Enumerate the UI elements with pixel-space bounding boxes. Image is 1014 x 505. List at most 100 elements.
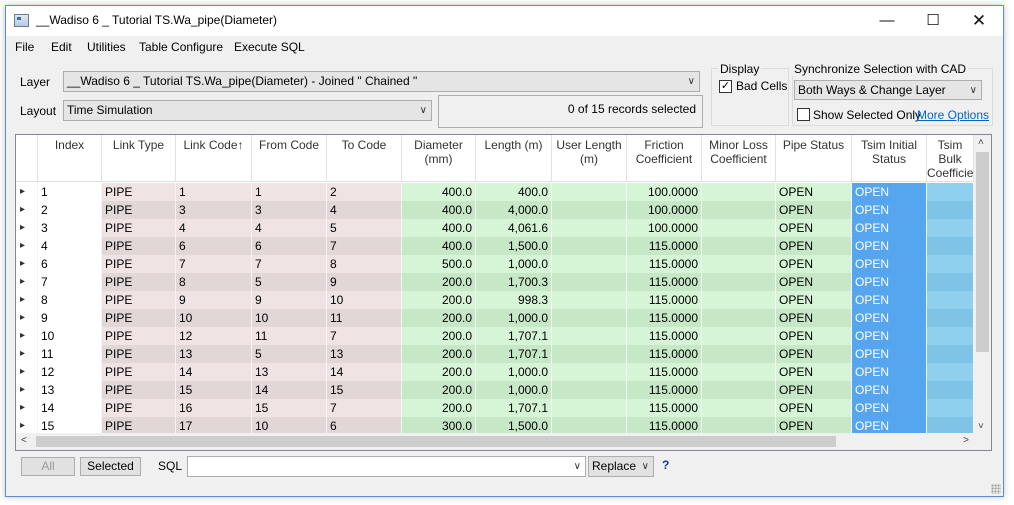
sql-input[interactable]: ∨ <box>187 456 586 477</box>
cell-minor-loss-coefficient[interactable] <box>702 201 776 219</box>
row-selector-icon[interactable] <box>16 183 38 201</box>
cell-link-code[interactable]: 9 <box>176 291 252 309</box>
cell-length[interactable]: 1,707.1 <box>476 399 552 417</box>
cell-from-code[interactable]: 6 <box>252 237 327 255</box>
cell-index[interactable]: 6 <box>38 255 102 273</box>
cell-user-length[interactable] <box>552 183 627 201</box>
cell-minor-loss-coefficient[interactable] <box>702 219 776 237</box>
table-row[interactable]: 3PIPE445400.04,061.6100.0000OPENOPEN <box>16 219 991 237</box>
cell-user-length[interactable] <box>552 273 627 291</box>
cell-tsim-initial-status[interactable]: OPEN <box>852 183 927 201</box>
cell-index[interactable]: 7 <box>38 273 102 291</box>
row-selector-icon[interactable] <box>16 309 38 327</box>
cell-diameter[interactable]: 200.0 <box>402 291 476 309</box>
cell-to-code[interactable]: 7 <box>327 237 402 255</box>
cell-link-type[interactable]: PIPE <box>102 237 176 255</box>
cell-index[interactable]: 11 <box>38 345 102 363</box>
cell-diameter[interactable]: 200.0 <box>402 363 476 381</box>
cell-index[interactable]: 14 <box>38 399 102 417</box>
row-selector-icon[interactable] <box>16 327 38 345</box>
cell-link-type[interactable]: PIPE <box>102 291 176 309</box>
cell-tsim-initial-status[interactable]: OPEN <box>852 201 927 219</box>
cell-tsim-initial-status[interactable]: OPEN <box>852 399 927 417</box>
column-header-tsim-initial-status[interactable]: Tsim Initial Status <box>852 135 927 182</box>
scroll-down-icon[interactable]: ˅ <box>978 421 984 432</box>
close-button[interactable]: ✕ <box>956 6 1002 36</box>
cell-index[interactable]: 12 <box>38 363 102 381</box>
cell-diameter[interactable]: 200.0 <box>402 381 476 399</box>
cell-pipe-status[interactable]: OPEN <box>776 345 852 363</box>
cell-tsim-bulk-coefficient[interactable] <box>927 363 974 381</box>
cell-tsim-bulk-coefficient[interactable] <box>927 381 974 399</box>
cell-pipe-status[interactable]: OPEN <box>776 219 852 237</box>
cell-tsim-bulk-coefficient[interactable] <box>927 237 974 255</box>
cell-minor-loss-coefficient[interactable] <box>702 363 776 381</box>
cell-user-length[interactable] <box>552 327 627 345</box>
cell-link-code[interactable]: 1 <box>176 183 252 201</box>
cell-from-code[interactable]: 13 <box>252 363 327 381</box>
cell-link-code[interactable]: 4 <box>176 219 252 237</box>
cell-to-code[interactable]: 8 <box>327 255 402 273</box>
more-options-link[interactable]: More Options <box>917 108 989 122</box>
row-selector-icon[interactable] <box>16 291 38 309</box>
cell-link-code[interactable]: 14 <box>176 363 252 381</box>
cell-tsim-initial-status[interactable]: OPEN <box>852 255 927 273</box>
help-icon[interactable]: ? <box>662 458 669 472</box>
cell-from-code[interactable]: 11 <box>252 327 327 345</box>
cell-friction-coefficient[interactable]: 100.0000 <box>627 183 702 201</box>
cell-user-length[interactable] <box>552 309 627 327</box>
cell-user-length[interactable] <box>552 255 627 273</box>
cell-friction-coefficient[interactable]: 115.0000 <box>627 291 702 309</box>
cell-to-code[interactable]: 2 <box>327 183 402 201</box>
cell-minor-loss-coefficient[interactable] <box>702 255 776 273</box>
cell-diameter[interactable]: 500.0 <box>402 255 476 273</box>
cell-friction-coefficient[interactable]: 115.0000 <box>627 237 702 255</box>
column-header-index[interactable]: Index <box>38 135 102 182</box>
vertical-scroll-thumb[interactable] <box>976 152 989 352</box>
cell-to-code[interactable]: 14 <box>327 363 402 381</box>
row-selector-icon[interactable] <box>16 363 38 381</box>
cell-pipe-status[interactable]: OPEN <box>776 381 852 399</box>
horizontal-scrollbar[interactable]: < > <box>16 433 991 450</box>
cell-pipe-status[interactable]: OPEN <box>776 327 852 345</box>
column-header-pipe-status[interactable]: Pipe Status <box>776 135 852 182</box>
cell-tsim-initial-status[interactable]: OPEN <box>852 363 927 381</box>
scroll-right-icon[interactable]: > <box>963 435 969 446</box>
cell-from-code[interactable]: 14 <box>252 381 327 399</box>
cell-pipe-status[interactable]: OPEN <box>776 237 852 255</box>
cell-from-code[interactable]: 5 <box>252 345 327 363</box>
cell-friction-coefficient[interactable]: 115.0000 <box>627 327 702 345</box>
cell-user-length[interactable] <box>552 219 627 237</box>
minimize-button[interactable]: — <box>864 6 910 36</box>
row-selector-icon[interactable] <box>16 201 38 219</box>
bad-cells-checkbox[interactable]: ✓ <box>719 80 732 93</box>
cell-tsim-bulk-coefficient[interactable] <box>927 399 974 417</box>
table-row[interactable]: 9PIPE101011200.01,000.0115.0000OPENOPEN <box>16 309 991 327</box>
cell-minor-loss-coefficient[interactable] <box>702 273 776 291</box>
cell-length[interactable]: 1,000.0 <box>476 381 552 399</box>
cell-link-type[interactable]: PIPE <box>102 183 176 201</box>
cell-tsim-bulk-coefficient[interactable] <box>927 183 974 201</box>
cell-friction-coefficient[interactable]: 100.0000 <box>627 201 702 219</box>
cell-link-type[interactable]: PIPE <box>102 201 176 219</box>
cell-user-length[interactable] <box>552 345 627 363</box>
cell-length[interactable]: 1,000.0 <box>476 255 552 273</box>
cell-tsim-bulk-coefficient[interactable] <box>927 309 974 327</box>
cell-from-code[interactable]: 15 <box>252 399 327 417</box>
cell-length[interactable]: 998.3 <box>476 291 552 309</box>
scroll-left-icon[interactable]: < <box>21 435 27 446</box>
cell-link-type[interactable]: PIPE <box>102 309 176 327</box>
column-header-tsim-bulk-coefficient[interactable]: Tsim Bulk Coefficie <box>927 135 974 182</box>
maximize-button[interactable]: ☐ <box>910 6 956 36</box>
cell-to-code[interactable]: 9 <box>327 273 402 291</box>
layout-select[interactable]: Time Simulation ∨ <box>63 100 432 121</box>
cell-to-code[interactable]: 7 <box>327 399 402 417</box>
cell-from-code[interactable]: 10 <box>252 309 327 327</box>
cell-tsim-initial-status[interactable]: OPEN <box>852 327 927 345</box>
cell-link-code[interactable]: 7 <box>176 255 252 273</box>
table-row[interactable]: 6PIPE778500.01,000.0115.0000OPENOPEN <box>16 255 991 273</box>
sync-mode-select[interactable]: Both Ways & Change Layer ∨ <box>794 80 982 100</box>
cell-tsim-initial-status[interactable]: OPEN <box>852 273 927 291</box>
horizontal-scroll-thumb[interactable] <box>36 436 836 447</box>
cell-friction-coefficient[interactable]: 115.0000 <box>627 399 702 417</box>
